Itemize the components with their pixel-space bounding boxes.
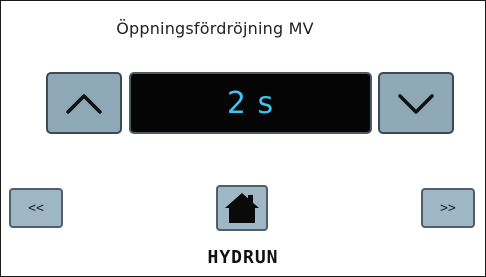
chevron-down-icon [398, 94, 434, 114]
chevron-up-icon [66, 94, 102, 114]
previous-button[interactable]: << [9, 188, 63, 228]
home-icon [225, 193, 259, 223]
decrease-button[interactable] [378, 72, 454, 134]
brand-logo: HYDRUN [207, 247, 279, 268]
home-button[interactable] [216, 185, 268, 231]
page-title: Öppningsfördröjning MV [116, 19, 314, 38]
next-button[interactable]: >> [421, 188, 475, 228]
value-text: 2 s [226, 85, 275, 121]
value-display: 2 s [129, 72, 372, 134]
screen-frame [0, 0, 486, 277]
increase-button[interactable] [46, 72, 122, 134]
